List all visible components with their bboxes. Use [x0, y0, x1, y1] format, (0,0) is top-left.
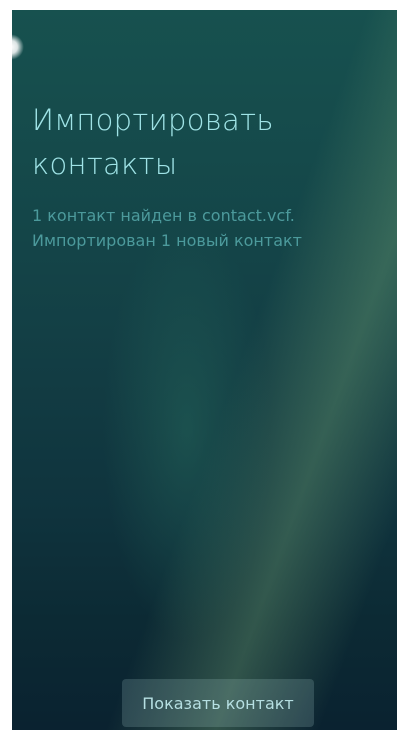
page-title-line-1: Импортировать	[32, 103, 274, 137]
pulley-glow-indicator	[12, 34, 24, 60]
import-status-line-1: 1 контакт найден в contact.vcf.	[32, 206, 295, 225]
import-status-line-2: Импортирован 1 новый контакт	[32, 231, 302, 250]
import-contacts-screen: Импортировать контакты 1 контакт найден …	[12, 10, 397, 730]
page-title-line-2: контакты	[32, 147, 178, 181]
import-status-message: 1 контакт найден в contact.vcf. Импортир…	[32, 203, 382, 253]
show-contact-button[interactable]: Показать контакт	[122, 679, 314, 727]
page-title: Импортировать контакты	[32, 98, 372, 186]
